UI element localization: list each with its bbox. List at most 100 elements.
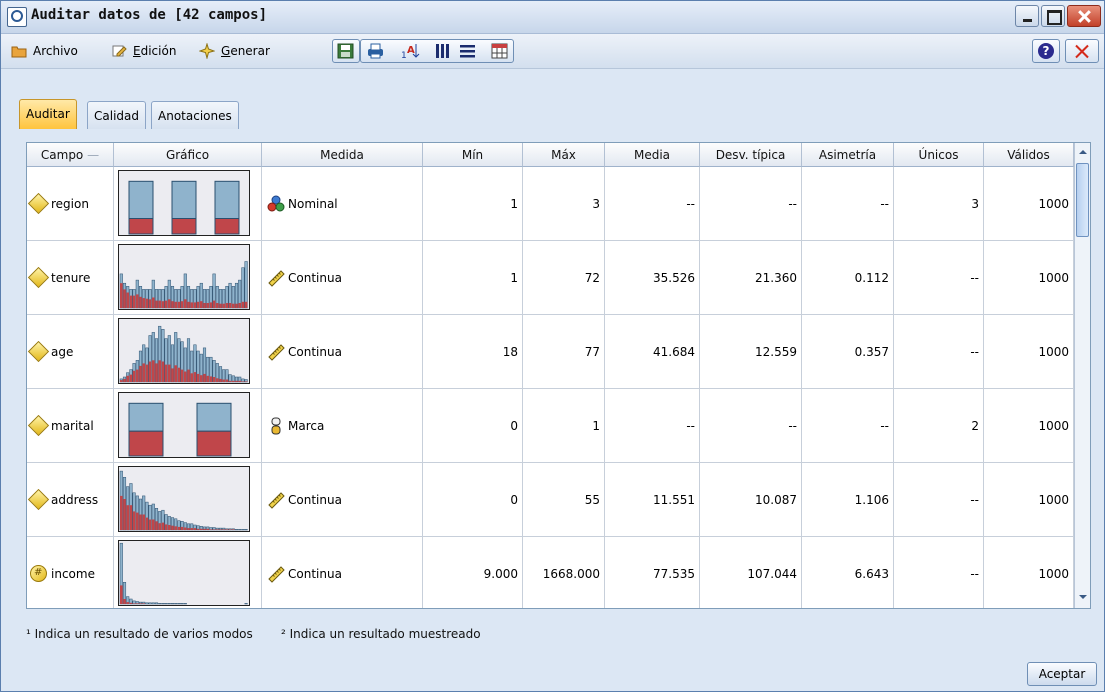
table-icon[interactable]	[490, 42, 509, 60]
hist-bar-highlight	[120, 380, 123, 382]
cell-max: 1668.000	[523, 537, 605, 608]
ruler-icon	[268, 492, 285, 509]
hist-bar-highlight	[139, 603, 142, 604]
col-header-unicos[interactable]: Únicos	[894, 143, 984, 167]
menu-edicion[interactable]: Edición	[109, 42, 176, 60]
table-row[interactable]: age Continua 18 77 41.684 12.559 0.357 -- 1000	[27, 315, 1074, 389]
distribution-graph[interactable]	[118, 466, 250, 532]
measure-label: Continua	[288, 271, 342, 285]
hist-bar-highlight	[190, 373, 193, 382]
table-row[interactable]: tenure Continua 1 72 35.526 21.360 0.112 -- 1000	[27, 241, 1074, 315]
hist-bar-highlight	[158, 360, 161, 382]
hist-bar-highlight	[216, 529, 219, 530]
cell-unicos: --	[894, 241, 984, 315]
hist-bar-highlight	[120, 585, 123, 604]
hist-bar-highlight	[132, 603, 136, 604]
hist-bar-highlight	[145, 517, 149, 530]
hist-bar-highlight	[145, 364, 149, 382]
distribution-graph[interactable]	[118, 170, 250, 236]
rows-view-icon[interactable]	[458, 42, 477, 60]
field-name-cell: address	[27, 463, 114, 537]
hist-bar	[167, 603, 171, 605]
hist-bar-highlight	[212, 377, 216, 382]
cell-unicos: 2	[894, 389, 984, 463]
sparkle-icon	[199, 43, 215, 59]
distribution-graph[interactable]	[118, 244, 250, 310]
cell-desv: 12.559	[700, 315, 802, 389]
col-header-asimetria[interactable]: Asimetría	[802, 143, 894, 167]
minimize-button[interactable]	[1015, 5, 1039, 27]
hist-bar-highlight	[209, 529, 213, 530]
hist-bar-highlight	[171, 301, 174, 308]
help-button[interactable]: ?	[1032, 39, 1060, 63]
accept-button[interactable]: Aceptar	[1027, 662, 1097, 686]
table-row[interactable]: marital Marca 0 1 -- -- -- 2 1000	[27, 389, 1074, 463]
histogram-chart	[128, 402, 232, 457]
hist-bar-highlight	[123, 378, 126, 382]
table-row[interactable]: address Continua 0 55 11.551 10.087 1.106 -- 100…	[27, 463, 1074, 537]
col-header-grafico[interactable]: Gráfico	[114, 143, 262, 167]
col-header-min[interactable]: Mín	[423, 143, 523, 167]
cell-unicos: --	[894, 315, 984, 389]
distribution-graph[interactable]	[118, 540, 250, 606]
close-window-button[interactable]	[1067, 5, 1101, 27]
vertical-scrollbar[interactable]	[1074, 143, 1090, 608]
hist-bar-highlight	[180, 369, 184, 382]
diamond-field-icon	[27, 488, 50, 511]
menu-edicion-label: dición	[140, 44, 177, 58]
scroll-down-icon[interactable]	[1076, 589, 1090, 605]
hist-bar-highlight	[235, 380, 238, 382]
distribution-graph[interactable]	[118, 392, 250, 458]
hist-bar-highlight	[142, 363, 145, 382]
measure-cell: Continua	[262, 463, 423, 537]
flag-icon	[271, 417, 281, 435]
cell-asim: 6.643	[802, 537, 894, 608]
sort-icon[interactable]: 1A	[401, 42, 420, 60]
close-output-button[interactable]	[1065, 39, 1099, 63]
hist-bar-highlight	[177, 526, 181, 530]
hist-bar-highlight	[222, 529, 225, 530]
print-icon[interactable]	[366, 42, 385, 60]
hist-bar-highlight	[148, 361, 152, 382]
table-row[interactable]: region Nominal 1 3 -- -- -- 3 1000	[27, 167, 1074, 241]
cell-validos: 1000	[984, 241, 1074, 315]
graph-cell	[114, 241, 262, 315]
col-header-validos[interactable]: Válidos	[984, 143, 1074, 167]
bar-highlight	[196, 430, 232, 457]
title-bar[interactable]: Auditar datos de [42 campos]	[1, 1, 1104, 34]
col-header-campo[interactable]: Campo —	[27, 143, 114, 167]
hist-bar-highlight	[200, 301, 203, 308]
hist-bar-highlight	[132, 370, 136, 382]
hist-bar-highlight	[171, 525, 174, 530]
ruler-icon	[268, 566, 285, 583]
hist-bar-highlight	[177, 301, 181, 308]
hist-bar	[154, 602, 159, 605]
columns-view-icon[interactable]	[433, 42, 452, 60]
distribution-graph[interactable]	[118, 318, 250, 384]
maximize-button[interactable]	[1041, 5, 1065, 27]
field-name: income	[51, 567, 95, 581]
hist-bar-highlight	[206, 303, 209, 308]
col-header-max[interactable]: Máx	[523, 143, 605, 167]
cell-validos: 1000	[984, 315, 1074, 389]
save-icon[interactable]	[336, 42, 355, 60]
diamond-field-icon	[27, 414, 50, 437]
scroll-up-icon[interactable]	[1076, 144, 1090, 160]
histogram-chart	[119, 470, 248, 531]
tab-calidad[interactable]: Calidad	[87, 101, 146, 129]
col-header-desv[interactable]: Desv. típica	[700, 143, 802, 167]
field-name: region	[51, 197, 89, 211]
tab-auditar[interactable]: Auditar	[19, 99, 77, 129]
field-name-cell: region	[27, 167, 114, 241]
tab-anotaciones[interactable]: Anotaciones	[151, 101, 239, 129]
col-header-medida[interactable]: Medida	[262, 143, 423, 167]
col-header-media[interactable]: Media	[605, 143, 700, 167]
menu-archivo[interactable]: Archivo	[9, 42, 78, 60]
scrollbar-thumb[interactable]	[1076, 163, 1089, 237]
cell-asim: 0.112	[802, 241, 894, 315]
measure-label: Continua	[288, 345, 342, 359]
hist-bar	[174, 603, 178, 605]
menu-generar[interactable]: Generar	[197, 42, 270, 60]
hist-bar-highlight	[126, 292, 129, 308]
table-row[interactable]: income Continua 9.0001668.00077.535107.044…	[27, 537, 1074, 608]
